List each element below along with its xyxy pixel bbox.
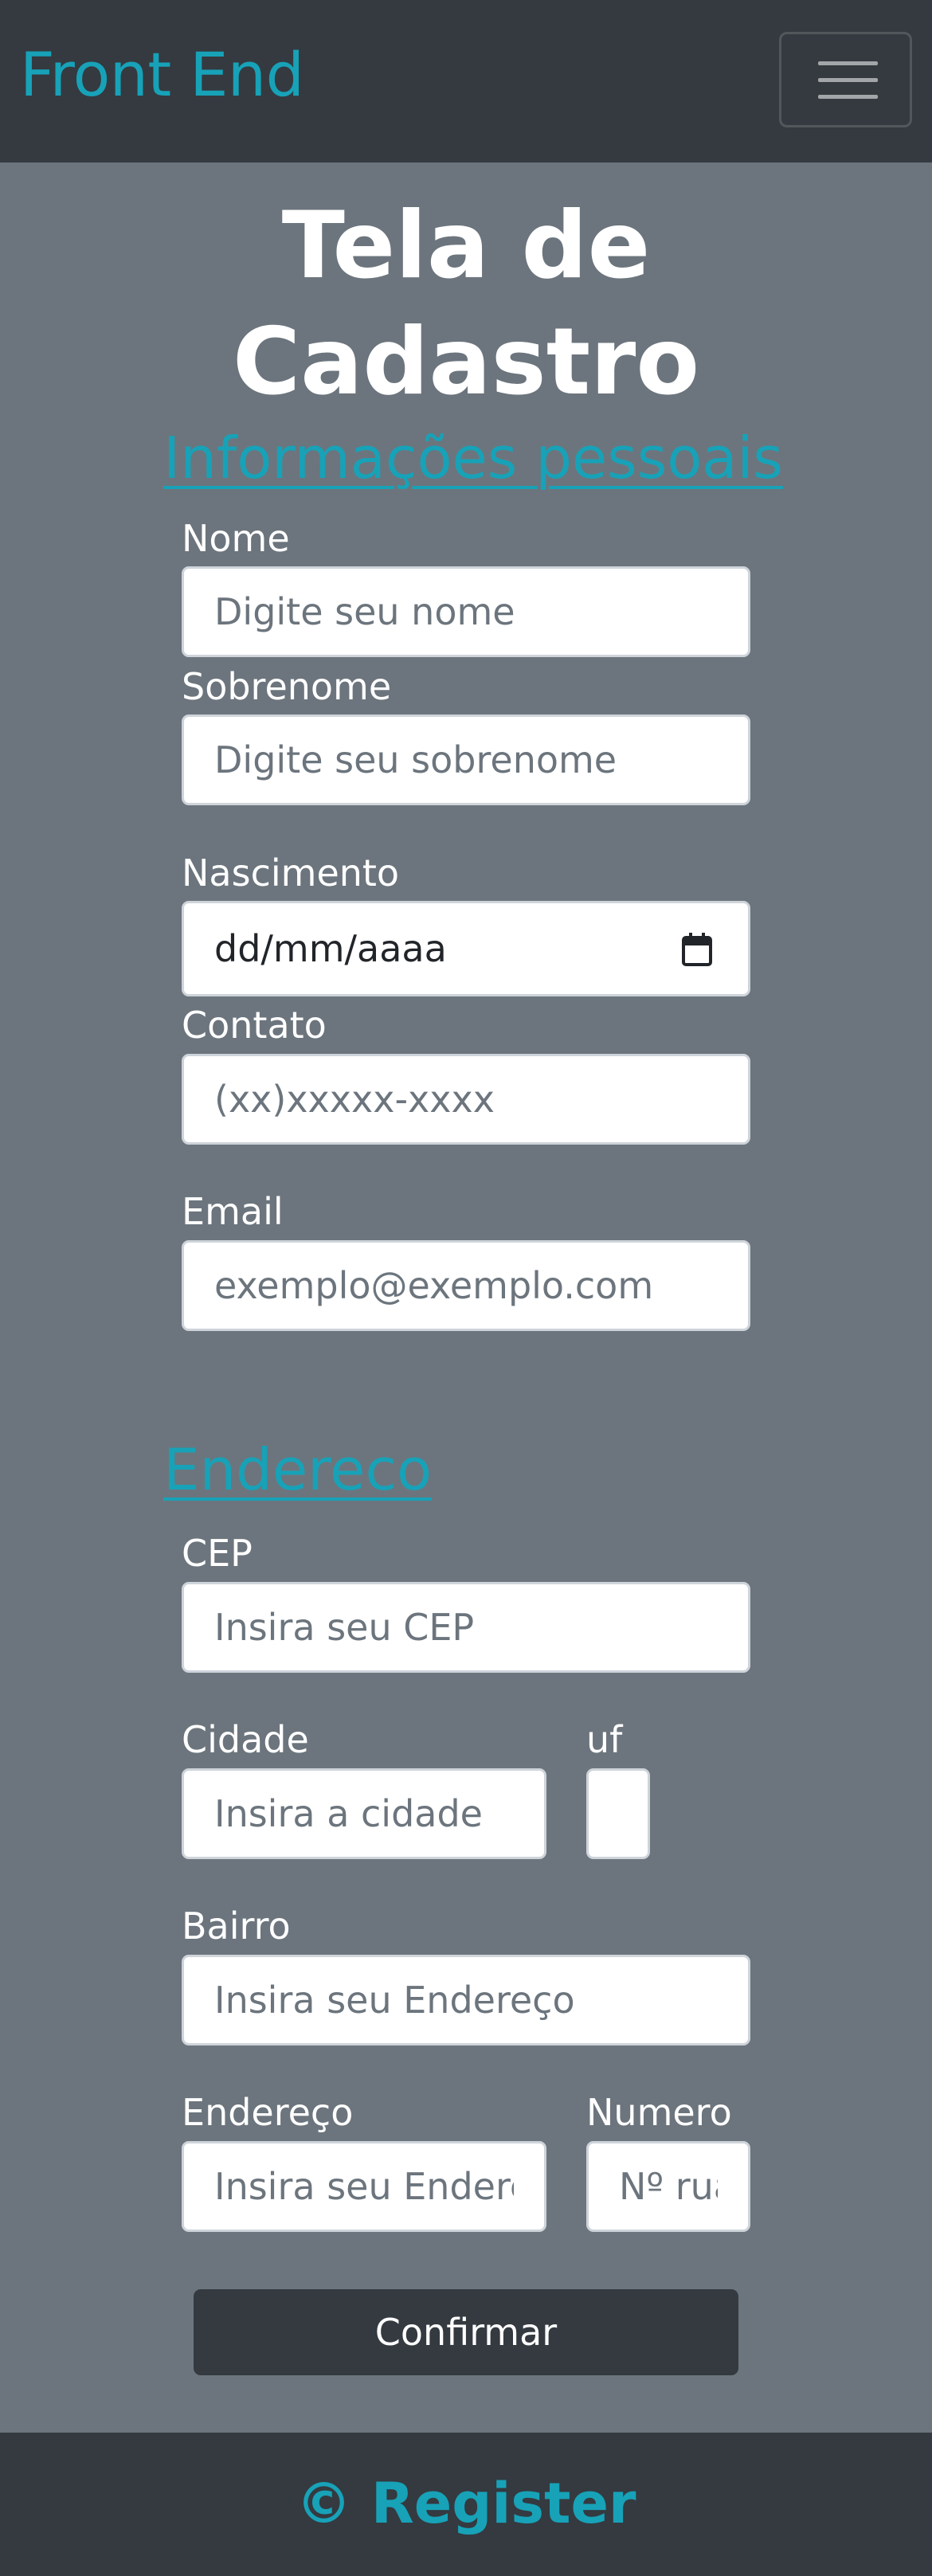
endereco-input[interactable] — [182, 2141, 546, 2232]
email-label: Email — [182, 1190, 284, 1233]
cep-label: CEP — [182, 1532, 253, 1575]
address-heading: Endereco — [163, 1436, 433, 1503]
cidade-label: Cidade — [182, 1718, 309, 1761]
uf-input[interactable] — [586, 1768, 650, 1859]
date-input-value: dd/mm/aaaa — [214, 927, 447, 970]
page-title: Tela de Cadastro — [0, 188, 932, 421]
nome-label: Nome — [182, 517, 290, 560]
numero-label: Numero — [586, 2091, 732, 2134]
menu-toggle-button[interactable] — [779, 32, 912, 127]
nascimento-label: Nascimento — [182, 851, 400, 895]
brand-link[interactable]: Front End — [20, 35, 304, 115]
calendar-icon[interactable] — [681, 932, 713, 967]
personal-info-heading: Informações pessoais — [163, 425, 783, 491]
confirm-button[interactable]: Confirmar — [194, 2289, 738, 2375]
sobrenome-input[interactable] — [182, 714, 750, 805]
bairro-label: Bairro — [182, 1905, 291, 1948]
navbar: Front End — [0, 0, 932, 162]
sobrenome-label: Sobrenome — [182, 665, 392, 708]
numero-input[interactable] — [586, 2141, 750, 2232]
footer-copyright: © Register — [296, 2471, 636, 2536]
page-title-line1: Tela de — [281, 192, 651, 299]
cep-input[interactable] — [182, 1582, 750, 1673]
nascimento-date-input[interactable]: dd/mm/aaaa — [182, 901, 750, 996]
uf-label: uf — [586, 1718, 623, 1761]
footer: © Register — [0, 2433, 932, 2576]
contato-label: Contato — [182, 1004, 327, 1047]
contato-input[interactable] — [182, 1054, 750, 1145]
endereco-label: Endereço — [182, 2091, 354, 2134]
email-input[interactable] — [182, 1240, 750, 1331]
nome-input[interactable] — [182, 566, 750, 657]
cidade-input[interactable] — [182, 1768, 546, 1859]
bairro-input[interactable] — [182, 1955, 750, 2046]
page-title-line2: Cadastro — [232, 308, 700, 416]
